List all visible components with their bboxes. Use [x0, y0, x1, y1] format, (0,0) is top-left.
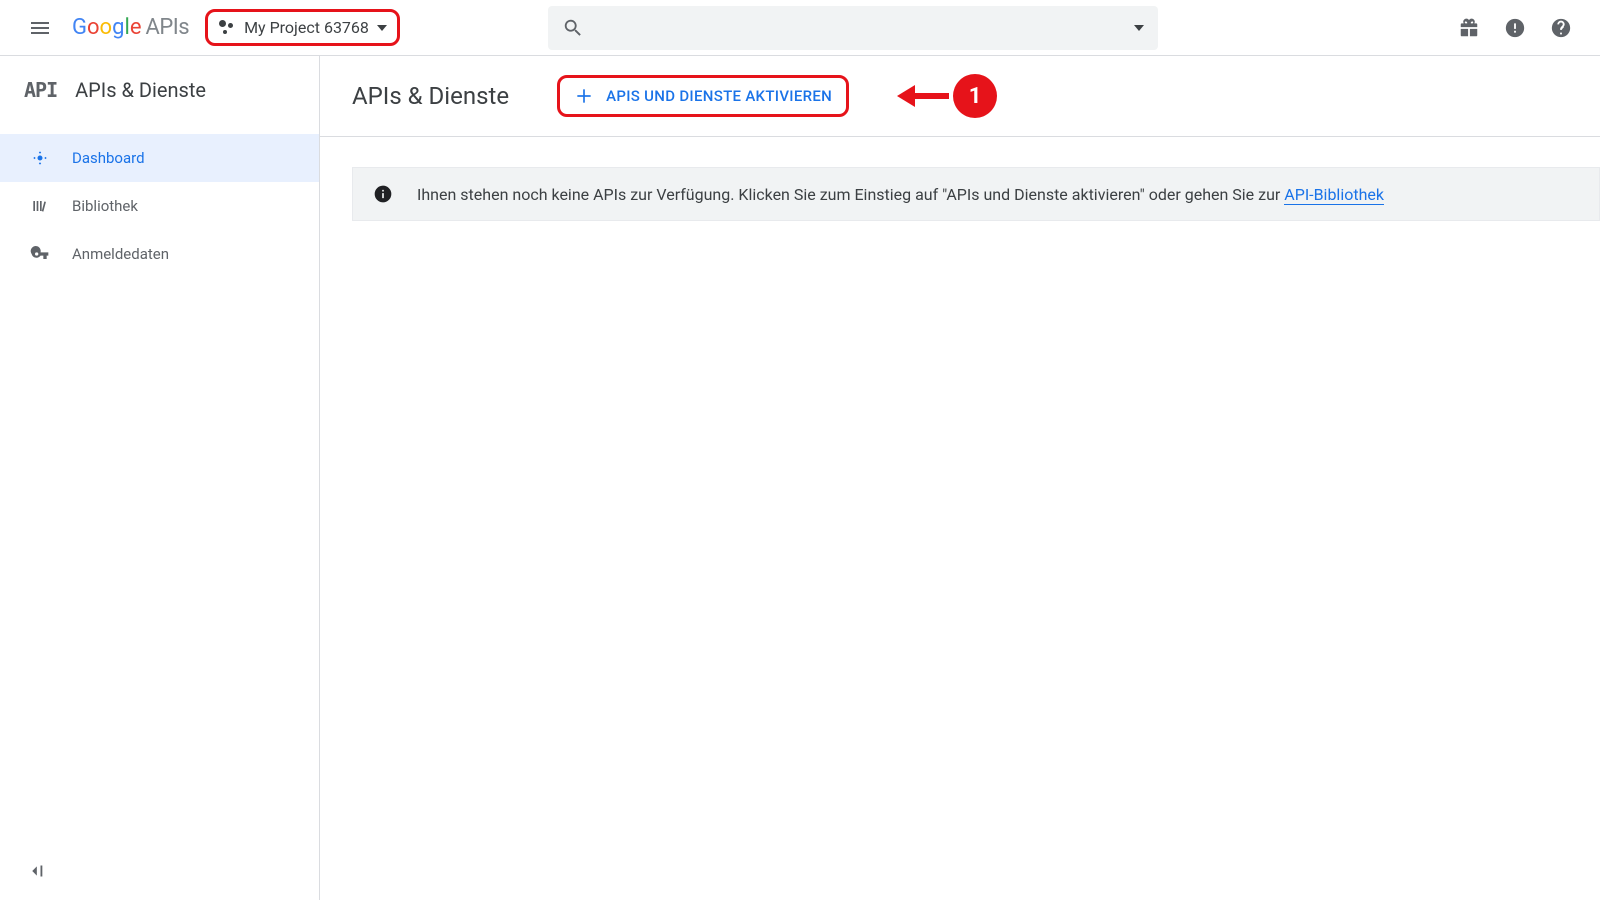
project-name: My Project 63768 [244, 18, 369, 37]
library-icon [30, 196, 50, 216]
google-apis-logo[interactable]: Google APIs [72, 15, 189, 40]
main-content: APIs & Dienste APIS UND DIENSTE AKTIVIER… [320, 56, 1600, 900]
sidebar-item-anmeldedaten[interactable]: Anmeldedaten [0, 230, 319, 278]
chevron-down-icon [377, 25, 387, 31]
api-logo-icon: API [24, 78, 57, 102]
sidebar-item-label: Dashboard [72, 149, 145, 167]
plus-icon [574, 86, 594, 106]
search-input[interactable] [596, 19, 1122, 36]
info-icon [373, 184, 393, 204]
notification-icon[interactable] [1504, 17, 1526, 39]
info-banner: Ihnen stehen noch keine APIs zur Verfügu… [352, 167, 1600, 221]
sidebar-header: API APIs & Dienste [0, 56, 319, 124]
arrow-line [913, 93, 949, 99]
sidebar-item-dashboard[interactable]: Dashboard [0, 134, 319, 182]
sidebar-item-label: Bibliothek [72, 197, 138, 215]
logo-suffix: APIs [145, 15, 189, 40]
gift-icon[interactable] [1458, 17, 1480, 39]
banner-text: Ihnen stehen noch keine APIs zur Verfügu… [417, 185, 1384, 204]
sidebar-item-label: Anmeldedaten [72, 245, 169, 263]
annotation-badge: 1 [953, 74, 997, 118]
search-icon [562, 17, 584, 39]
activate-apis-button[interactable]: APIS UND DIENSTE AKTIVIEREN [557, 75, 849, 117]
collapse-sidebar-button[interactable] [24, 860, 46, 886]
sidebar-title: APIs & Dienste [75, 78, 206, 102]
dashboard-icon [30, 148, 50, 168]
help-icon[interactable] [1550, 17, 1572, 39]
project-icon [218, 19, 236, 37]
annotation-callout: 1 [897, 74, 997, 118]
sidebar: API APIs & Dienste Dashboard Bibliothek … [0, 56, 320, 900]
chevron-left-icon [24, 860, 46, 882]
key-icon [30, 244, 50, 264]
logo-text: Google [72, 15, 141, 40]
hamburger-icon [28, 16, 52, 40]
project-selector[interactable]: My Project 63768 [205, 9, 400, 46]
page-header: APIs & Dienste APIS UND DIENSTE AKTIVIER… [320, 56, 1600, 137]
menu-button[interactable] [16, 4, 64, 52]
api-library-link[interactable]: API-Bibliothek [1284, 185, 1384, 205]
activate-label: APIS UND DIENSTE AKTIVIEREN [606, 87, 832, 105]
search-dropdown-icon[interactable] [1134, 25, 1144, 31]
search-box[interactable] [548, 6, 1158, 50]
sidebar-item-bibliothek[interactable]: Bibliothek [0, 182, 319, 230]
page-title: APIs & Dienste [352, 82, 509, 110]
